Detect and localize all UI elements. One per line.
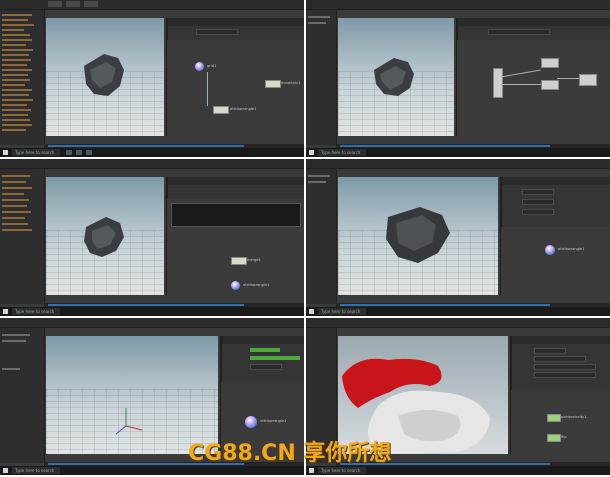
- flip-node[interactable]: [547, 434, 561, 442]
- windows-start-icon[interactable]: [309, 150, 314, 155]
- menu-bar[interactable]: [0, 0, 304, 10]
- vex-code-editor[interactable]: [171, 203, 301, 227]
- grid-node[interactable]: [195, 62, 204, 71]
- network-editor[interactable]: pointvelocity1 flip: [510, 336, 610, 454]
- scene-tree-panel[interactable]: [306, 169, 337, 304]
- rock-mesh: [84, 54, 124, 96]
- screenshot-panel-3: merge1 attribwrangle1 Type here to searc…: [0, 159, 304, 316]
- search-box[interactable]: Type here to search: [318, 149, 366, 156]
- merge-node[interactable]: [231, 257, 247, 265]
- network-editor[interactable]: attribwrangle1: [500, 177, 610, 295]
- 3d-viewport[interactable]: [46, 177, 164, 295]
- network-editor[interactable]: merge1 attribwrangle1: [166, 177, 304, 295]
- pointvelocity-node[interactable]: [547, 414, 561, 422]
- screenshot-panel-2: Type here to search: [306, 0, 610, 157]
- tutorial-collage: grid1 mountain1 attribwrangle1 Type here…: [0, 0, 610, 477]
- menu-bar[interactable]: [0, 159, 304, 169]
- node-label: grid1: [207, 64, 217, 68]
- search-box[interactable]: Type here to search: [12, 308, 60, 315]
- menu-bar[interactable]: [0, 318, 304, 328]
- 3d-viewport[interactable]: [338, 18, 454, 136]
- 3d-viewport[interactable]: [46, 18, 164, 136]
- node-label: pointvelocity1: [561, 415, 587, 419]
- menu-bar[interactable]: [306, 0, 610, 10]
- taskbar: Type here to search: [0, 148, 304, 157]
- scene-tree-panel[interactable]: [0, 328, 45, 463]
- menu-bar[interactable]: [306, 159, 610, 169]
- windows-start-icon[interactable]: [309, 309, 314, 314]
- node-label: attribwrangle1: [558, 247, 585, 251]
- rock-mesh: [386, 207, 450, 263]
- screenshot-panel-1: grid1 mountain1 attribwrangle1 Type here…: [0, 0, 304, 157]
- taskbar: Type here to search: [306, 148, 610, 157]
- wrangle-node[interactable]: [545, 245, 555, 255]
- scene-tree-panel[interactable]: [0, 10, 45, 145]
- search-box[interactable]: Type here to search: [12, 149, 60, 156]
- network-editor[interactable]: [456, 18, 610, 136]
- windows-start-icon[interactable]: [3, 309, 8, 314]
- search-box[interactable]: Type here to search: [12, 467, 60, 474]
- windows-start-icon[interactable]: [3, 150, 8, 155]
- network-editor[interactable]: grid1 mountain1 attribwrangle1: [166, 18, 304, 136]
- vop-node[interactable]: [493, 68, 503, 98]
- 3d-viewport[interactable]: [338, 177, 498, 295]
- watermark: CG88.CN 享你所想: [188, 441, 392, 466]
- node-label: attribwrangle1: [230, 107, 257, 111]
- vop-node[interactable]: [541, 58, 559, 68]
- search-box[interactable]: Type here to search: [318, 467, 366, 474]
- node-label: attribwrangle1: [260, 419, 287, 423]
- menu-bar[interactable]: [306, 318, 610, 328]
- taskbar: Type here to search: [306, 307, 610, 316]
- node-label: attribwrangle1: [243, 283, 270, 287]
- rock-mesh: [374, 58, 414, 96]
- windows-start-icon[interactable]: [3, 468, 8, 473]
- wrangle-node[interactable]: [245, 416, 257, 428]
- search-box[interactable]: Type here to search: [318, 308, 366, 315]
- mountain-node[interactable]: [265, 80, 281, 88]
- taskbar: Type here to search: [306, 466, 610, 475]
- rock-mesh: [84, 217, 124, 257]
- windows-start-icon[interactable]: [309, 468, 314, 473]
- vop-node[interactable]: [541, 80, 559, 90]
- wrangle-node[interactable]: [231, 281, 240, 290]
- scene-tree-panel[interactable]: [0, 169, 45, 304]
- taskbar: Type here to search: [0, 307, 304, 316]
- node-label: merge1: [247, 258, 261, 262]
- wrangle-node[interactable]: [213, 106, 229, 114]
- screenshot-panel-4: attribwrangle1 Type here to search: [306, 159, 610, 316]
- vop-node[interactable]: [579, 74, 597, 86]
- taskbar: Type here to search: [0, 466, 304, 475]
- node-label: flip: [561, 435, 567, 439]
- scene-tree-panel[interactable]: [306, 10, 337, 145]
- node-label: mountain1: [281, 81, 301, 85]
